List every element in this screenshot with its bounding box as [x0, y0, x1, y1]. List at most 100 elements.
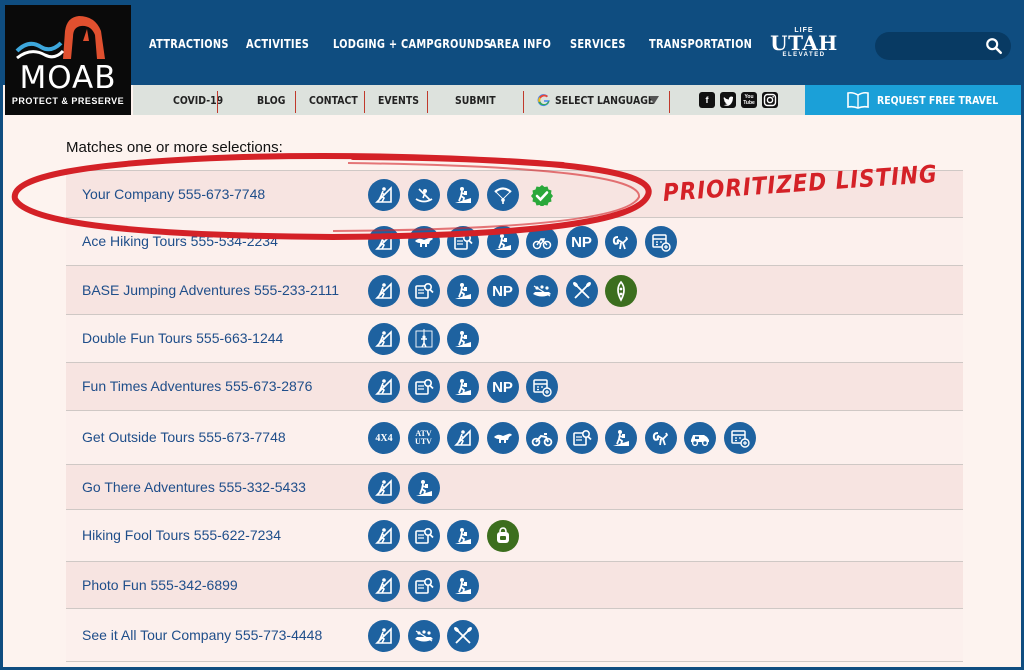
guidebook-icon[interactable]	[565, 422, 598, 454]
header-bar: ATTRACTIONS ACTIVITIES LODGING + CAMPGRO…	[3, 3, 1021, 85]
hiking-icon[interactable]	[447, 422, 479, 454]
hiking2-icon[interactable]	[447, 179, 479, 211]
listing-name-link[interactable]: BASE Jumping Adventures 555-233-2111	[82, 282, 339, 298]
hiking2-icon[interactable]	[447, 371, 479, 403]
request-free-travel-label: REQUEST FREE TRAVEL	[877, 94, 999, 107]
listing-name-link[interactable]: Photo Fun 555-342-6899	[82, 577, 238, 593]
bike-icon[interactable]	[526, 226, 558, 258]
hiking-icon[interactable]	[368, 323, 400, 355]
calendar-icon[interactable]	[723, 422, 756, 454]
nav-item-lodging[interactable]: LODGING + CAMPGROUNDS	[333, 37, 491, 51]
listing-row: Fun Times Adventures 555-673-2876 NP	[66, 363, 963, 411]
hiking-icon[interactable]	[368, 371, 400, 403]
backpack-green-icon[interactable]	[486, 520, 519, 552]
subnav-divider	[523, 91, 524, 113]
listing-row: See it All Tour Company 555-773-4448	[66, 609, 963, 662]
select-language-dropdown[interactable]: SELECT LANGUAGE	[555, 94, 654, 107]
moab-logo[interactable]: MOAB PROTECT & PRESERVE	[5, 5, 131, 115]
hiking2-icon[interactable]	[447, 520, 479, 552]
dinosaur-icon[interactable]	[407, 226, 440, 258]
listing-row: Double Fun Tours 555-663-1244	[66, 315, 963, 363]
rafting-group-icon[interactable]	[407, 620, 440, 652]
listing-name-link[interactable]: Fun Times Adventures 555-673-2876	[82, 378, 312, 394]
listing-name-link[interactable]: Go There Adventures 555-332-5433	[82, 479, 306, 495]
listings-table: Your Company 555-673-7748 Ace Hiking Tour…	[66, 170, 963, 662]
hiking2-icon[interactable]	[447, 323, 479, 355]
subnav-covid[interactable]: COVID-19	[173, 94, 223, 107]
subnav-divider	[427, 91, 428, 113]
hiking2-icon[interactable]	[605, 422, 637, 454]
hiking2-icon[interactable]	[486, 226, 519, 258]
search-input[interactable]	[875, 32, 1011, 60]
hiking2-icon[interactable]	[447, 570, 479, 602]
4x4-icon[interactable]: 4X4	[368, 422, 400, 454]
hiking-icon[interactable]	[368, 520, 400, 552]
facebook-icon[interactable]: f	[699, 92, 715, 108]
dinosaur-icon[interactable]	[486, 422, 519, 454]
page-frame: ATTRACTIONS ACTIVITIES LODGING + CAMPGRO…	[0, 0, 1024, 670]
listing-name-link[interactable]: Your Company 555-673-7748	[82, 186, 265, 202]
subnav-divider	[364, 91, 365, 113]
listing-row: Go There Adventures 555-332-5433	[66, 465, 963, 510]
nav-item-attractions[interactable]: ATTRACTIONS	[149, 37, 229, 51]
listing-name-link[interactable]: See it All Tour Company 555-773-4448	[82, 627, 322, 643]
nav-item-area-info[interactable]: AREA INFO	[489, 37, 551, 51]
logo-tagline: PROTECT & PRESERVE	[11, 96, 125, 106]
listing-name-link[interactable]: Get Outside Tours 555-673-7748	[82, 429, 286, 445]
chevron-down-icon[interactable]	[649, 96, 659, 104]
bighorn-icon[interactable]	[644, 422, 677, 454]
hiking-icon[interactable]	[368, 275, 400, 307]
hiking2-icon[interactable]	[407, 472, 440, 504]
paddles-icon[interactable]	[565, 275, 598, 307]
nav-item-services[interactable]: SERVICES	[570, 37, 626, 51]
listing-row: Get Outside Tours 555-673-7748 4X4 ATV UTV	[66, 411, 963, 465]
canoe-green-icon[interactable]	[605, 275, 637, 307]
hiking-icon[interactable]	[368, 179, 400, 211]
arch-logo-icon	[15, 16, 105, 60]
subnav-divider	[669, 91, 670, 113]
hiking-icon[interactable]	[368, 472, 400, 504]
np-icon[interactable]: NP	[486, 275, 519, 307]
guidebook-icon[interactable]	[407, 275, 440, 307]
listing-name-link[interactable]: Hiking Fool Tours 555-622-7234	[82, 527, 281, 543]
np-icon[interactable]: NP	[565, 226, 598, 258]
bighorn-icon[interactable]	[605, 226, 637, 258]
nav-item-activities[interactable]: ACTIVITIES	[246, 37, 309, 51]
nav-item-transportation[interactable]: TRANSPORTATION	[649, 37, 752, 51]
motorbike-icon[interactable]	[526, 422, 558, 454]
rafting-group-icon[interactable]	[526, 275, 558, 307]
atv-icon[interactable]: ATV UTV	[407, 422, 440, 454]
guidebook-icon[interactable]	[447, 226, 479, 258]
subnav-contact[interactable]: CONTACT	[309, 94, 358, 107]
hiking-icon[interactable]	[368, 620, 400, 652]
twitter-icon[interactable]	[720, 92, 736, 108]
guidebook-icon[interactable]	[407, 371, 440, 403]
hiking2-icon[interactable]	[447, 275, 479, 307]
search-icon[interactable]	[985, 37, 1003, 55]
guidebook-icon[interactable]	[407, 520, 440, 552]
subnav-events[interactable]: EVENTS	[378, 94, 419, 107]
listing-name-link[interactable]: Ace Hiking Tours 555-534-2234	[82, 233, 278, 249]
utah-life-elevated-logo[interactable]: LIFE UTAH ELEVATED	[767, 27, 841, 67]
paragliding-icon[interactable]	[486, 179, 519, 211]
np-icon[interactable]: NP	[486, 371, 519, 403]
calendar-icon[interactable]	[644, 226, 677, 258]
hiking-icon[interactable]	[368, 226, 400, 258]
climbing-icon[interactable]	[407, 323, 440, 355]
calendar-icon[interactable]	[526, 371, 558, 403]
logo-wordmark: MOAB	[19, 60, 117, 96]
listing-name-link[interactable]: Double Fun Tours 555-663-1244	[82, 330, 283, 346]
listing-row: Hiking Fool Tours 555-622-7234	[66, 510, 963, 562]
paddles-icon[interactable]	[447, 620, 479, 652]
rafting-icon[interactable]	[407, 179, 440, 211]
guidebook-icon[interactable]	[407, 570, 440, 602]
subnav-submit[interactable]: SUBMIT	[455, 94, 496, 107]
request-free-travel-button[interactable]: REQUEST FREE TRAVEL	[805, 85, 1021, 115]
instagram-icon[interactable]	[762, 92, 778, 108]
jeep-icon[interactable]	[684, 422, 716, 454]
listing-row: Photo Fun 555-342-6899	[66, 562, 963, 609]
youtube-icon[interactable]: You Tube	[741, 92, 757, 108]
hiking-icon[interactable]	[368, 570, 400, 602]
subnav-blog[interactable]: BLOG	[257, 94, 285, 107]
verified-check-icon[interactable]	[526, 179, 558, 211]
